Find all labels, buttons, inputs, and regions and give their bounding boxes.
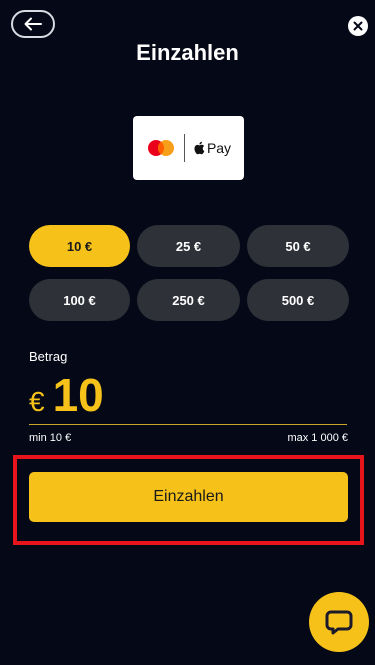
amount-option-button[interactable]: 500 € xyxy=(247,279,349,321)
amount-option-button[interactable]: 50 € xyxy=(247,225,349,267)
apple-icon xyxy=(194,141,205,155)
close-icon xyxy=(353,21,363,31)
chat-bubble-icon xyxy=(325,610,353,635)
amount-option-button[interactable]: 10 € xyxy=(29,225,130,267)
chat-button[interactable] xyxy=(309,592,369,652)
apple-pay-logo: Pay xyxy=(193,140,231,156)
amount-field[interactable]: € 10 xyxy=(29,372,347,425)
page-title: Einzahlen xyxy=(136,40,239,65)
close-button[interactable] xyxy=(348,16,368,36)
max-amount-label: max 1 000 € xyxy=(287,432,348,444)
amount-option-button[interactable]: 25 € xyxy=(137,225,240,267)
amount-option-button[interactable]: 100 € xyxy=(29,279,130,321)
amount-option-button[interactable]: 250 € xyxy=(137,279,240,321)
min-amount-label: min 10 € xyxy=(29,432,72,444)
amount-label: Betrag xyxy=(29,349,68,364)
back-button[interactable] xyxy=(11,10,55,38)
deposit-button[interactable]: Einzahlen xyxy=(29,472,348,522)
payment-method-card[interactable]: Pay xyxy=(133,116,244,180)
logo-divider xyxy=(183,134,185,162)
arrow-left-icon xyxy=(24,17,42,31)
mastercard-logo xyxy=(147,140,174,156)
currency-symbol: € xyxy=(29,386,45,417)
amount-value[interactable]: 10 xyxy=(53,372,104,418)
amount-options: 10 €25 €50 € 100 €250 €500 € xyxy=(29,225,349,321)
apple-pay-label: Pay xyxy=(206,140,232,156)
